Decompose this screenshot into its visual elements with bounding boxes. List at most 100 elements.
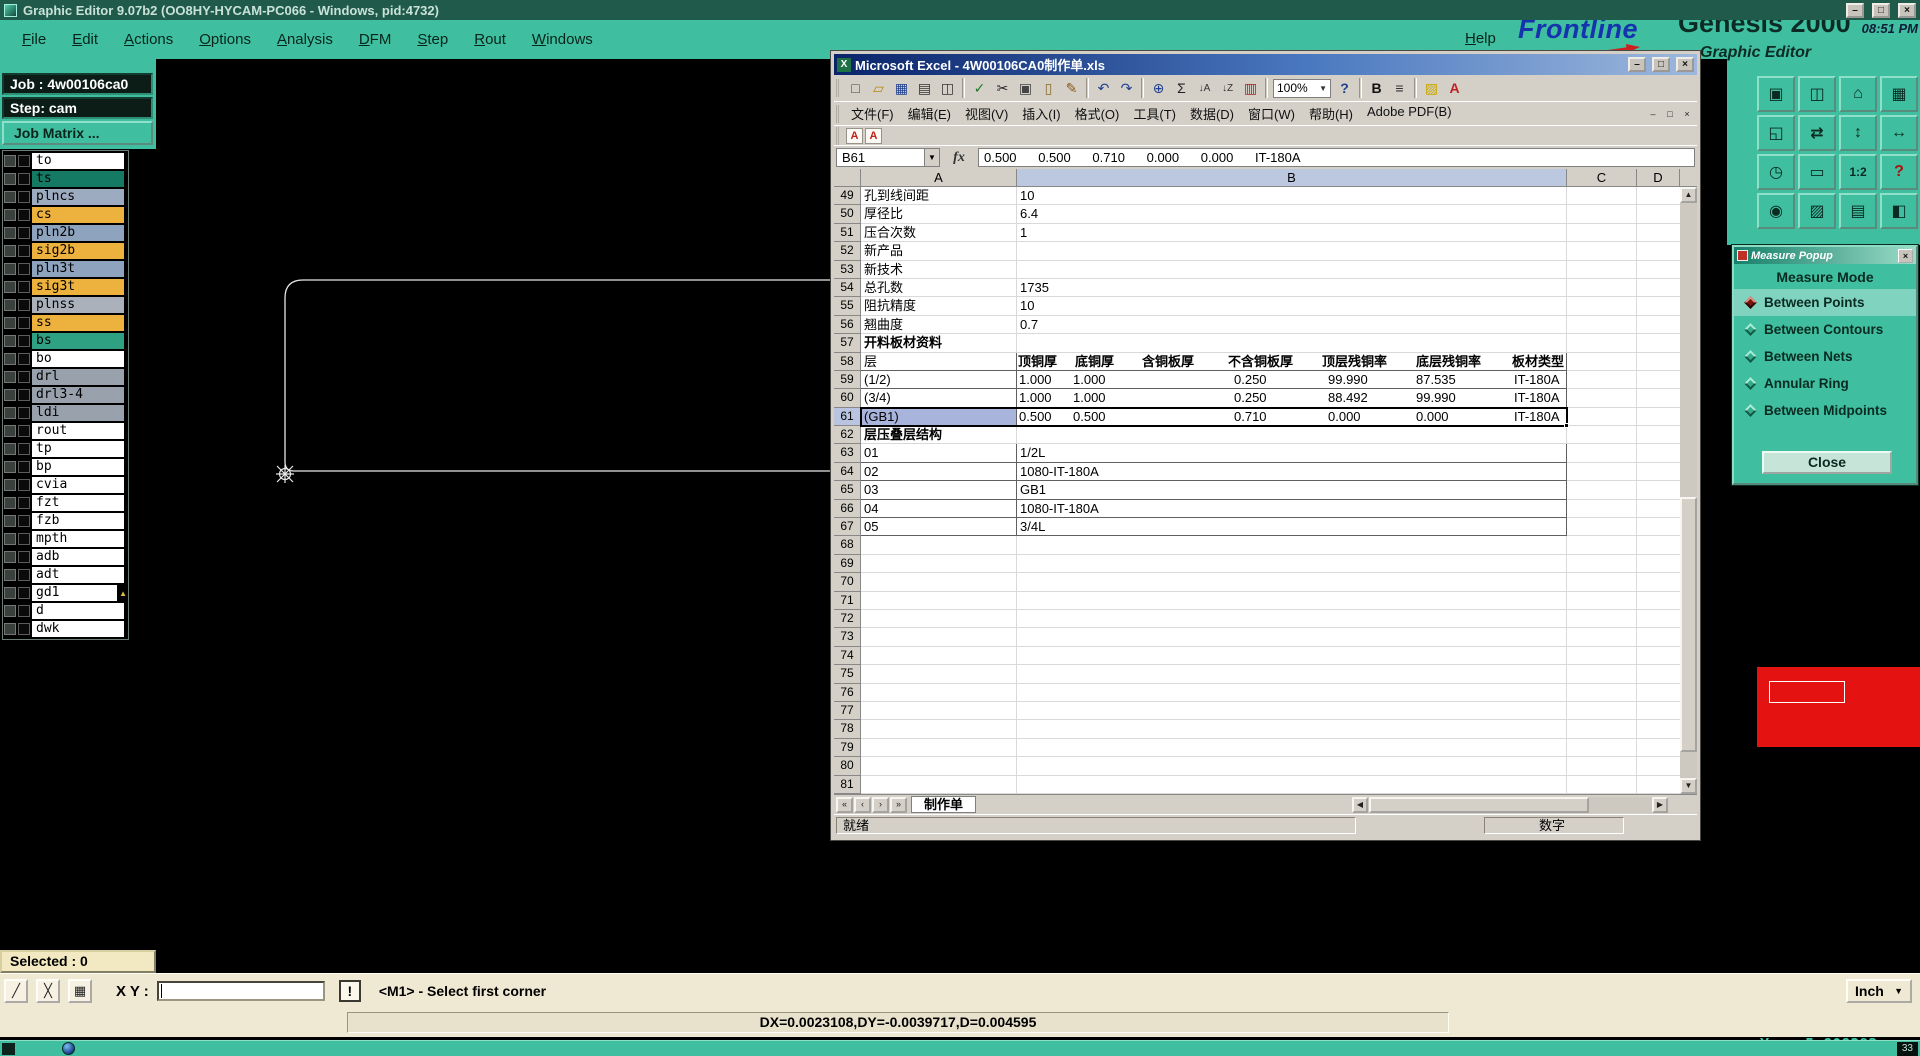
cell-A74[interactable] [861,646,1017,666]
measure-close-button[interactable]: Close [1762,451,1892,474]
contrast-button[interactable]: ◧ [1880,193,1918,229]
cell-A58[interactable]: 层 [861,352,1017,371]
cell-C75[interactable] [1567,665,1637,684]
scroll-up-icon[interactable]: ▲ [1680,187,1697,203]
cell-B78[interactable] [1017,720,1567,739]
cell-A50[interactable]: 厚径比 [861,205,1017,224]
measure-option-between-midpoints[interactable]: Between Midpoints [1734,397,1916,424]
cell-A66[interactable]: 04 [861,499,1017,519]
layer-view-box[interactable] [18,515,30,527]
row-header-78[interactable]: 78 [834,720,861,739]
cell-A64[interactable]: 02 [861,462,1017,482]
layer-row-drl[interactable]: drl [4,368,127,386]
undo-icon[interactable]: ↶ [1093,78,1114,99]
row-header-59[interactable]: 59 [834,370,861,390]
measure-option-annular-ring[interactable]: Annular Ring [1734,370,1916,397]
close-button[interactable]: × [1898,2,1916,18]
row-header-76[interactable]: 76 [834,683,861,702]
cut-icon[interactable]: ✂ [992,78,1013,99]
format-painter-icon[interactable]: ✎ [1061,78,1082,99]
excel-menu-item[interactable]: 帮助(H) [1302,101,1360,126]
menu-analysis[interactable]: Analysis [277,31,333,48]
autosum-icon[interactable]: Σ [1171,78,1192,99]
layer-view-box[interactable] [18,371,30,383]
cell-C70[interactable] [1567,573,1637,592]
row-header-65[interactable]: 65 [834,481,861,500]
cell-A57[interactable]: 开料板材资料 [861,334,1017,353]
cell-C71[interactable] [1567,591,1637,610]
cell-C61[interactable] [1567,407,1637,427]
layer-row-pln2b[interactable]: pln2b [4,224,127,242]
layer-view-box[interactable] [18,569,30,581]
layer-select-box[interactable] [4,173,16,185]
menu-options[interactable]: Options [199,31,251,48]
overview-viewport-rect[interactable] [1769,681,1845,703]
cell-D54[interactable] [1637,279,1680,298]
column-header-A[interactable]: A [861,169,1017,187]
fx-icon[interactable]: fx [942,150,976,166]
layer-select-box[interactable] [4,515,16,527]
cell-A78[interactable] [861,720,1017,739]
screen-button[interactable]: ▣ [1757,76,1795,112]
row-header-69[interactable]: 69 [834,554,861,574]
row-header-50[interactable]: 50 [834,205,861,224]
cell-B62[interactable] [1017,426,1567,445]
layer-row-mpth[interactable]: mpth [4,530,127,548]
cell-D65[interactable] [1637,481,1680,500]
layer-view-box[interactable] [18,317,30,329]
hatch-button[interactable]: ▨ [1798,193,1836,229]
layer-view-box[interactable] [18,551,30,563]
layer-view-box[interactable] [18,605,30,617]
cell-B71[interactable] [1017,591,1567,610]
row-header-71[interactable]: 71 [834,591,861,610]
menu-file[interactable]: File [22,31,46,48]
layer-view-box[interactable] [18,335,30,347]
cell-B77[interactable] [1017,701,1567,721]
layer-view-box[interactable] [18,353,30,365]
layer-row-adt[interactable]: adt [4,566,127,584]
cell-C81[interactable] [1567,775,1637,794]
layer-row-bp[interactable]: bp [4,458,127,476]
cell-D80[interactable] [1637,757,1680,776]
target-button[interactable]: ◉ [1757,193,1795,229]
layer-view-box[interactable] [18,227,30,239]
cell-C59[interactable] [1567,370,1637,390]
cell-C50[interactable] [1567,205,1637,224]
cell-D53[interactable] [1637,261,1680,279]
cell-D55[interactable] [1637,297,1680,316]
excel-horizontal-scrollbar[interactable]: ◀ ▶ [1352,797,1668,813]
fill-color-icon[interactable]: ▨ [1421,78,1442,99]
row-header-54[interactable]: 54 [834,278,861,298]
cell-C68[interactable] [1567,536,1637,555]
sheet-nav-icon[interactable]: » [890,796,907,813]
select-all-corner[interactable] [834,169,861,187]
cell-D67[interactable] [1637,518,1680,537]
cell-A73[interactable] [861,628,1017,647]
cell-A63[interactable]: 01 [861,444,1017,463]
chart-wizard-icon[interactable]: ▥ [1240,78,1261,99]
cell-B75[interactable] [1017,665,1567,684]
menu-rout[interactable]: Rout [474,31,506,48]
cell-B65[interactable]: GB1 [1017,481,1567,500]
formula-content[interactable]: 0.500 0.500 0.710 0.000 0.000 IT-180A [978,148,1695,167]
layer-select-box[interactable] [4,533,16,545]
cell-C53[interactable] [1567,260,1637,279]
cell-A72[interactable] [861,609,1017,629]
layer-select-box[interactable] [4,335,16,347]
cell-B57[interactable] [1017,334,1567,353]
cell-C60[interactable] [1567,389,1637,408]
cell-A80[interactable] [861,757,1017,776]
layer-select-box[interactable] [4,569,16,581]
cell-C69[interactable] [1567,554,1637,574]
layer-view-box[interactable] [18,443,30,455]
cell-B70[interactable] [1017,573,1567,592]
row-header-72[interactable]: 72 [834,609,861,629]
cell-A79[interactable] [861,738,1017,758]
cell-D71[interactable] [1637,592,1680,610]
cell-A52[interactable]: 新产品 [861,242,1017,261]
layer-row-plnss[interactable]: plnss [4,296,127,314]
layer-row-cvia[interactable]: cvia [4,476,127,494]
cell-D69[interactable] [1637,555,1680,574]
cell-A59[interactable]: (1/2) [861,370,1017,390]
cell-B67[interactable]: 3/4L [1017,518,1567,537]
